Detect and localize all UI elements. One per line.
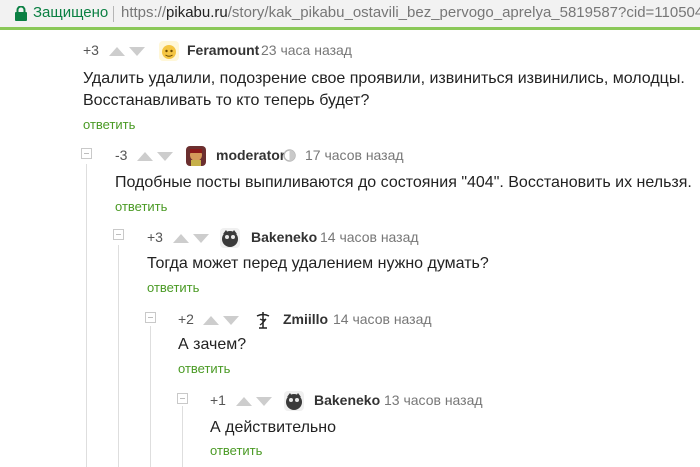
header-accent-line [0,27,700,30]
downvote-icon[interactable] [157,152,173,161]
rating-value: +3 [83,42,99,58]
comment-time[interactable]: 23 часа назад [261,42,352,58]
upvote-icon[interactable] [109,47,125,56]
rating-value: +2 [178,311,194,327]
thread-line [150,326,151,467]
author-name[interactable]: Bakeneko [314,392,380,408]
address-separator [113,6,114,22]
url-path: /story/kak_pikabu_ostavili_bez_pervogo_a… [227,4,700,21]
thread-line [86,164,87,467]
moderator-badge-icon [283,149,296,162]
comment-time[interactable]: 17 часов назад [305,147,404,163]
upvote-icon[interactable] [203,316,219,325]
downvote-icon[interactable] [256,397,272,406]
upvote-icon[interactable] [236,397,252,406]
downvote-icon[interactable] [193,234,209,243]
thread-line [118,245,119,467]
thread-line [182,406,183,467]
avatar[interactable] [159,41,179,61]
comment-time[interactable]: 13 часов назад [384,392,483,408]
author-name[interactable]: Feramount [187,42,259,58]
avatar[interactable] [220,228,240,248]
reply-link[interactable]: ответить [115,199,167,214]
rating-value: +3 [147,229,163,245]
collapse-button[interactable] [113,229,124,240]
reply-link[interactable]: ответить [83,117,135,132]
comment-time[interactable]: 14 часов назад [333,311,432,327]
secure-label: Защищено [33,4,109,21]
comment-text-line: А действительно [210,419,336,436]
comment-text-line: А зачем? [178,336,247,353]
avatar[interactable] [284,391,304,411]
avatar[interactable] [253,310,273,330]
url-text[interactable]: https://pikabu.ru/story/kak_pikabu_ostav… [121,4,700,21]
comment-text-line: Восстанавливать то кто теперь будет? [83,92,370,109]
collapse-button[interactable] [145,312,156,323]
reply-link[interactable]: ответить [210,443,262,458]
downvote-icon[interactable] [223,316,239,325]
comment-text-line: Подобные посты выпиливаются до состояния… [115,174,692,191]
author-name[interactable]: Bakeneko [251,229,317,245]
comment-time[interactable]: 14 часов назад [320,229,419,245]
comment-text-line: Тогда может перед удалением нужно думать… [147,255,489,272]
collapse-button[interactable] [81,148,92,159]
downvote-icon[interactable] [129,47,145,56]
reply-link[interactable]: ответить [147,280,199,295]
url-host: pikabu.ru [166,4,228,21]
rating-value: -3 [115,147,128,163]
lock-icon [15,6,27,21]
upvote-icon[interactable] [137,152,153,161]
upvote-icon[interactable] [173,234,189,243]
url-scheme: https:// [121,4,167,21]
reply-link[interactable]: ответить [178,361,230,376]
address-bar[interactable]: Защищено https://pikabu.ru/story/kak_pik… [0,0,700,27]
rating-value: +1 [210,392,226,408]
author-name[interactable]: Zmiillo [283,311,328,327]
avatar[interactable] [186,146,206,166]
collapse-button[interactable] [177,393,188,404]
author-name[interactable]: moderator [216,147,285,163]
comment-text-line: Удалить удалили, подозрение свое проявил… [83,70,685,87]
